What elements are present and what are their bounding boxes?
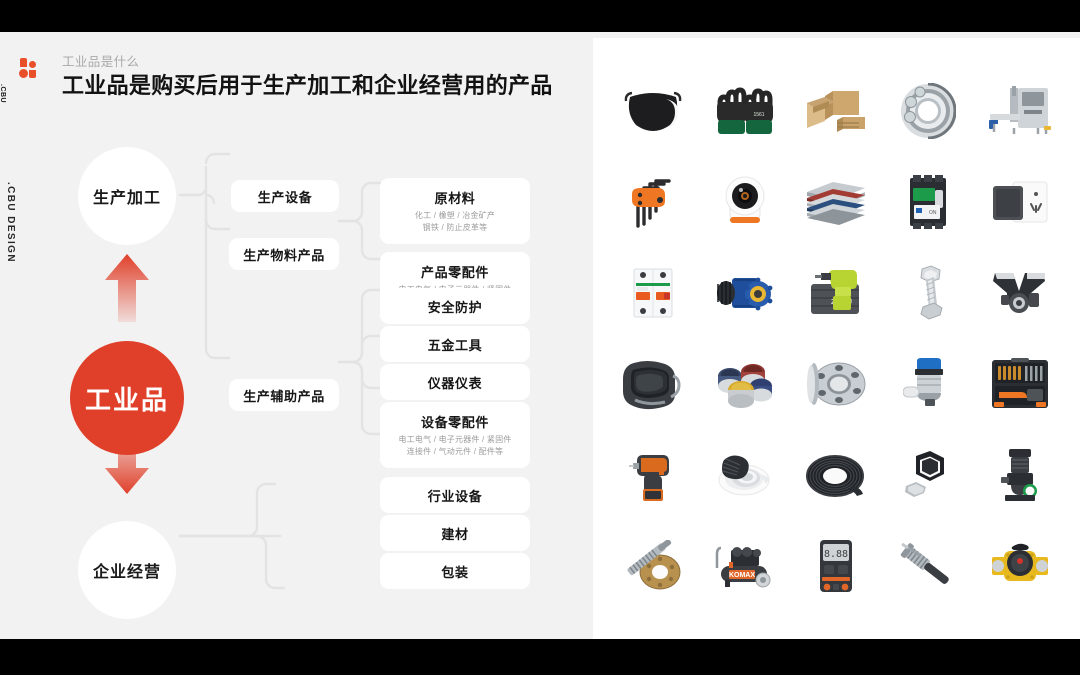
- detail-chip-industry-equipment-title: 行业设备: [427, 488, 483, 504]
- detail-chip-safety-title: 安全防护: [427, 299, 483, 315]
- detail-chip-hardware-tools-title: 五金工具: [427, 337, 483, 353]
- product-wall-socket-icon: [974, 157, 1066, 248]
- product-cutting-tool-icon: [882, 520, 974, 611]
- svg-text:8.88: 8.88: [824, 549, 848, 560]
- detail-chip-packaging-title: 包装: [441, 564, 469, 580]
- mindmap: 生产加工 工业品 企业经营 生产设备 生产物料产品 生产辅助产品 原材料 化工 …: [0, 32, 593, 639]
- category-chip-auxiliary[interactable]: 生产辅助产品: [229, 379, 339, 411]
- product-security-camera-icon: [699, 157, 791, 248]
- product-miniature-breaker-icon: [607, 248, 699, 339]
- product-face-mask-icon: [607, 66, 699, 157]
- product-metal-sheet-stack-icon: [791, 157, 883, 248]
- detail-chip-equipment-parts-title: 设备零配件: [420, 415, 489, 430]
- category-chip-auxiliary-label: 生产辅助产品: [243, 388, 325, 404]
- product-cordless-drill-kit-icon: ZHIPU: [791, 248, 883, 339]
- branch-node-production-label: 生产加工: [92, 190, 161, 207]
- detail-chip-packaging[interactable]: 包装: [380, 553, 530, 589]
- product-cable-coil-icon: [791, 429, 883, 520]
- product-hex-key-set-icon: [607, 157, 699, 248]
- detail-chip-raw-materials-title: 原材料: [434, 191, 476, 206]
- category-chip-equipment-label: 生产设备: [257, 189, 313, 205]
- svg-text:ON: ON: [929, 210, 937, 216]
- center-node-label: 工业品: [84, 384, 169, 415]
- product-industrial-machine-icon: [974, 66, 1066, 157]
- letterbox-bottom: [0, 639, 1080, 675]
- letterbox-top: [0, 0, 1080, 32]
- product-tool-case-icon: [974, 339, 1066, 430]
- product-steel-flange-icon: [791, 339, 883, 430]
- product-photo-panel: 1561 ON ZHIPU KOMAX 8.88: [593, 38, 1080, 639]
- product-cardboard-boxes-icon: [791, 66, 883, 157]
- detail-chip-equipment-parts[interactable]: 设备零配件 电工电气 / 电子元器件 / 紧固件 连接件 / 气动元件 / 配件…: [380, 402, 530, 468]
- product-digital-multimeter-icon: 8.88: [791, 520, 883, 611]
- detail-chip-building-materials[interactable]: 建材: [380, 515, 530, 551]
- branch-node-production[interactable]: 生产加工: [78, 147, 176, 245]
- product-filter-cartridges-icon: [699, 339, 791, 430]
- center-node-industrial-goods[interactable]: 工业品: [70, 341, 184, 455]
- product-work-gloves-icon: 1561: [699, 66, 791, 157]
- product-worm-gear-set-icon: [607, 520, 699, 611]
- product-flow-meter-icon: [974, 520, 1066, 611]
- detail-chip-instruments[interactable]: 仪器仪表: [380, 364, 530, 400]
- detail-chip-industry-equipment[interactable]: 行业设备: [380, 477, 530, 513]
- svg-text:KOMAX: KOMAX: [729, 572, 755, 579]
- detail-chip-product-parts-title: 产品零配件: [420, 265, 489, 280]
- svg-text:1561: 1561: [753, 112, 764, 118]
- branch-node-enterprise[interactable]: 企业经营: [78, 521, 176, 619]
- detail-chip-instruments-title: 仪器仪表: [427, 375, 483, 391]
- detail-chip-hardware-tools[interactable]: 五金工具: [380, 326, 530, 362]
- product-grid: 1561 ON ZHIPU KOMAX 8.88: [607, 66, 1066, 611]
- category-chip-materials-label: 生产物料产品: [243, 247, 325, 263]
- slide-canvas: .CBU DESIGN .CBU DESIGN 工业品是什么 工业品是购买后用于…: [0, 32, 1080, 639]
- product-hex-nut-icon: [882, 429, 974, 520]
- detail-chip-raw-materials-sub: 化工 / 橡塑 / 冶金矿产 钢铁 / 防止皮革等: [414, 211, 496, 232]
- detail-chip-raw-materials[interactable]: 原材料 化工 / 橡塑 / 冶金矿产 钢铁 / 防止皮革等: [380, 178, 530, 244]
- product-ball-bearing-icon: [882, 66, 974, 157]
- category-chip-equipment[interactable]: 生产设备: [231, 180, 339, 212]
- product-welding-helmet-icon: [607, 339, 699, 430]
- product-power-drill-icon: [607, 429, 699, 520]
- category-chip-materials[interactable]: 生产物料产品: [229, 238, 339, 270]
- product-water-pump-icon: [974, 429, 1066, 520]
- product-trim-router-icon: [882, 339, 974, 430]
- product-circuit-breaker-icon: ON: [882, 157, 974, 248]
- detail-chip-equipment-parts-sub: 电工电气 / 电子元器件 / 紧固件 连接件 / 气动元件 / 配件等: [398, 435, 512, 456]
- product-engine-block-icon: [974, 248, 1066, 339]
- detail-chip-building-materials-title: 建材: [441, 526, 469, 542]
- detail-chip-safety[interactable]: 安全防护: [380, 288, 530, 324]
- product-gear-motor-icon: [699, 248, 791, 339]
- product-air-compressor-icon: KOMAX: [699, 520, 791, 611]
- product-led-downlight-icon: [699, 429, 791, 520]
- product-hex-bolt-icon: [882, 248, 974, 339]
- branch-node-enterprise-label: 企业经营: [92, 564, 161, 581]
